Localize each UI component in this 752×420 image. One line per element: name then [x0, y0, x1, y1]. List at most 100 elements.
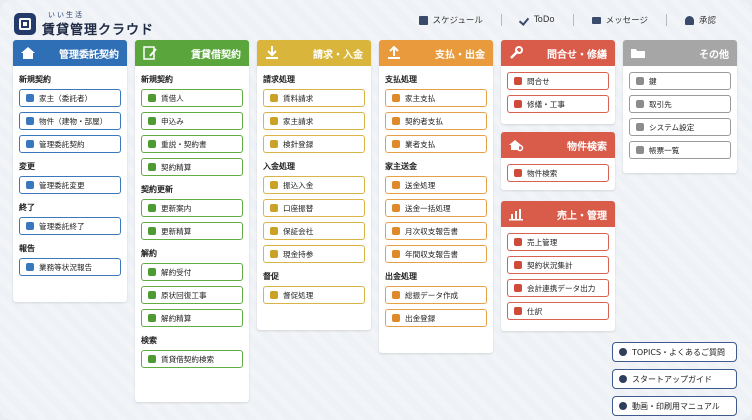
- menu-button[interactable]: 保証会社: [263, 222, 365, 240]
- section-title: 家主送金: [385, 162, 417, 171]
- menu-button-label: 鍵: [649, 76, 657, 86]
- menu-button[interactable]: 管理委託終了: [19, 217, 121, 235]
- section-title: 新規契約: [19, 75, 51, 84]
- menu-button[interactable]: 口座振替: [263, 199, 365, 217]
- menu-button[interactable]: 総振データ作成: [385, 286, 487, 304]
- menu-button[interactable]: 問合せ: [507, 72, 609, 90]
- report-icon: [392, 227, 400, 235]
- menu-button[interactable]: 物件（建物・部屋）: [19, 112, 121, 130]
- search-icon: [514, 169, 522, 177]
- menu-button[interactable]: 賃料請求: [263, 89, 365, 107]
- topics-faq-link[interactable]: TOPICS・よくあるご質問: [612, 342, 737, 362]
- menu-button-label: システム設定: [649, 122, 695, 132]
- nav-divider: [572, 14, 574, 26]
- leaf-icon: [148, 117, 156, 125]
- menu-button-label: 契約状況集計: [527, 260, 573, 270]
- document-edit-icon: [148, 140, 156, 148]
- menu-button-label: 物件検索: [527, 168, 558, 178]
- menu-button[interactable]: 仕訳: [507, 302, 609, 320]
- menu-button-label: 管理委託終了: [39, 221, 85, 231]
- menu-button[interactable]: 契約状況集計: [507, 256, 609, 274]
- app-logo[interactable]: いい生活 賃貸管理クラウド: [14, 10, 154, 38]
- menu-button[interactable]: 業務等状況報告: [19, 258, 121, 276]
- menu-button[interactable]: 原状回復工事: [141, 286, 243, 304]
- section-title: 変更: [19, 162, 35, 171]
- prohibit-icon: [26, 222, 34, 230]
- nav-message[interactable]: メッセージ: [591, 14, 648, 26]
- menu-button[interactable]: 業者支払: [385, 135, 487, 153]
- upload-icon: [388, 45, 400, 59]
- menu-button[interactable]: 年間収支報告書: [385, 245, 487, 263]
- menu-button[interactable]: 修繕・工事: [507, 95, 609, 113]
- menu-button-label: 出金登録: [405, 313, 436, 323]
- menu-button-label: 振込入金: [283, 180, 314, 190]
- menu-button[interactable]: 更新案内: [141, 199, 243, 217]
- menu-button[interactable]: 更新精算: [141, 222, 243, 240]
- menu-button-label: 更新案内: [161, 203, 192, 213]
- menu-button[interactable]: 督促処理: [263, 286, 365, 304]
- video-manual-link[interactable]: 動画・印刷用マニュアル: [612, 396, 737, 416]
- menu-button[interactable]: 鍵: [629, 72, 731, 90]
- card-icon: [270, 227, 278, 235]
- info-icon: [619, 348, 627, 356]
- menu-button[interactable]: 取引先: [629, 95, 731, 113]
- nav-approval[interactable]: 承認: [684, 14, 716, 26]
- menu-button[interactable]: 送金一括処理: [385, 199, 487, 217]
- panel-title: 問合せ・修繕: [547, 49, 607, 61]
- panel-header: 請求・入金: [257, 40, 371, 66]
- menu-button[interactable]: 会計連携データ出力: [507, 279, 609, 297]
- menu-button[interactable]: 契約精算: [141, 158, 243, 176]
- menu-button[interactable]: 現金持参: [263, 245, 365, 263]
- yen-icon: [148, 227, 156, 235]
- menu-button[interactable]: 管理委託変更: [19, 176, 121, 194]
- folder-icon: [631, 49, 645, 58]
- menu-button-label: 原状回復工事: [161, 290, 207, 300]
- nav-approval-label: 承認: [698, 16, 716, 26]
- menu-button[interactable]: 管理委託契約: [19, 135, 121, 153]
- panel-header: 物件検索: [501, 132, 615, 158]
- menu-button[interactable]: 解約受付: [141, 263, 243, 281]
- section-title: 支払処理: [385, 75, 417, 84]
- menu-button[interactable]: 検針登録: [263, 135, 365, 153]
- menu-button[interactable]: 解約精算: [141, 309, 243, 327]
- menu-button-label: 検針登録: [283, 139, 314, 149]
- menu-button[interactable]: 送金処理: [385, 176, 487, 194]
- menu-button[interactable]: 申込み: [141, 112, 243, 130]
- report-icon: [26, 263, 34, 271]
- menu-button[interactable]: 賃貸借契約検索: [141, 350, 243, 368]
- menu-button[interactable]: 家主請求: [263, 112, 365, 130]
- nav-todo[interactable]: ToDo: [520, 15, 555, 25]
- nav-schedule[interactable]: スケジュール: [418, 14, 483, 26]
- cash-icon: [270, 250, 278, 258]
- startup-guide-link[interactable]: スタートアップガイド: [612, 369, 737, 389]
- menu-button-label: 保証会社: [283, 226, 314, 236]
- menu-button[interactable]: 帳票一覧: [629, 141, 731, 159]
- remit-icon: [392, 181, 400, 189]
- menu-button[interactable]: 売上管理: [507, 233, 609, 251]
- menu-button[interactable]: 重説・契約書: [141, 135, 243, 153]
- remit-icon: [392, 204, 400, 212]
- section-title: 契約更新: [141, 185, 173, 194]
- menu-button[interactable]: 賃借人: [141, 89, 243, 107]
- menu-button-label: 解約精算: [161, 313, 192, 323]
- menu-button[interactable]: 月次収支報告書: [385, 222, 487, 240]
- menu-button[interactable]: 家主支払: [385, 89, 487, 107]
- menu-button[interactable]: 出金登録: [385, 309, 487, 327]
- menu-button-label: 年間収支報告書: [405, 249, 459, 259]
- panel-seikyu: 請求・入金 請求処理 賃料請求 家主請求 検針登録 入金処理 振込入金 口座振替…: [257, 40, 371, 330]
- section-title: 報告: [19, 244, 35, 253]
- card-icon: [392, 291, 400, 299]
- panel-sonota: その他 鍵 取引先 システム設定 帳票一覧: [623, 40, 737, 173]
- menu-button[interactable]: 物件検索: [507, 164, 609, 182]
- menu-button[interactable]: 契約者支払: [385, 112, 487, 130]
- panel-title: 賃貸借契約: [191, 49, 241, 61]
- nav-divider: [665, 14, 667, 26]
- menu-button-label: 管理委託変更: [39, 180, 85, 190]
- menu-button-label: 送金処理: [405, 180, 436, 190]
- logo-name: 賃貸管理クラウド: [42, 23, 155, 38]
- menu-button[interactable]: 振込入金: [263, 176, 365, 194]
- panel-title: 支払・出金: [435, 49, 485, 61]
- menu-button[interactable]: 家主（委託者）: [19, 89, 121, 107]
- top-navigation: スケジュール ToDo メッセージ 承認: [418, 14, 716, 26]
- menu-button[interactable]: システム設定: [629, 118, 731, 136]
